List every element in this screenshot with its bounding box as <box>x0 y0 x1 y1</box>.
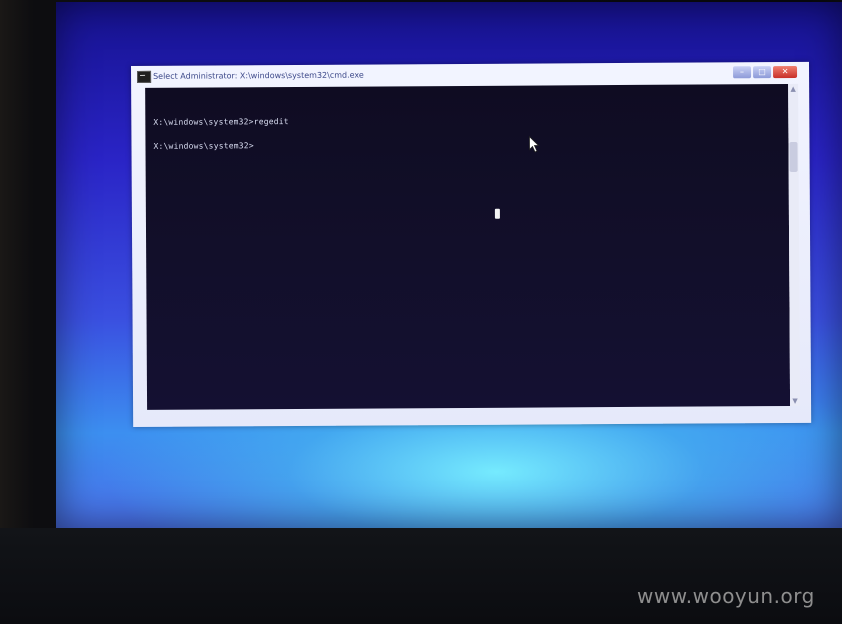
scroll-thumb[interactable] <box>789 141 798 172</box>
scroll-down-arrow-icon[interactable]: ▼ <box>790 396 800 406</box>
minimize-button[interactable]: – <box>733 66 752 79</box>
close-button[interactable]: ✕ <box>773 65 798 79</box>
console-line-prompt: X:\windows\system32> <box>153 141 254 151</box>
text-cursor <box>494 208 500 219</box>
cmd-window[interactable]: Select Administrator: X:\windows\system3… <box>131 61 812 427</box>
console-line-regedit: X:\windows\system32>regedit <box>153 117 289 127</box>
scroll-up-arrow-icon[interactable]: ▲ <box>788 84 798 94</box>
window-title: Select Administrator: X:\windows\system3… <box>153 70 364 81</box>
maximize-button[interactable]: □ <box>753 66 772 79</box>
monitor-frame-bottom <box>0 528 842 624</box>
console-area[interactable]: X:\windows\system32>regedit X:\windows\s… <box>145 83 791 410</box>
vertical-scrollbar[interactable]: ▲ ▼ <box>788 83 801 406</box>
watermark-text: www.wooyun.org <box>637 584 815 608</box>
cmd-icon <box>137 70 152 83</box>
